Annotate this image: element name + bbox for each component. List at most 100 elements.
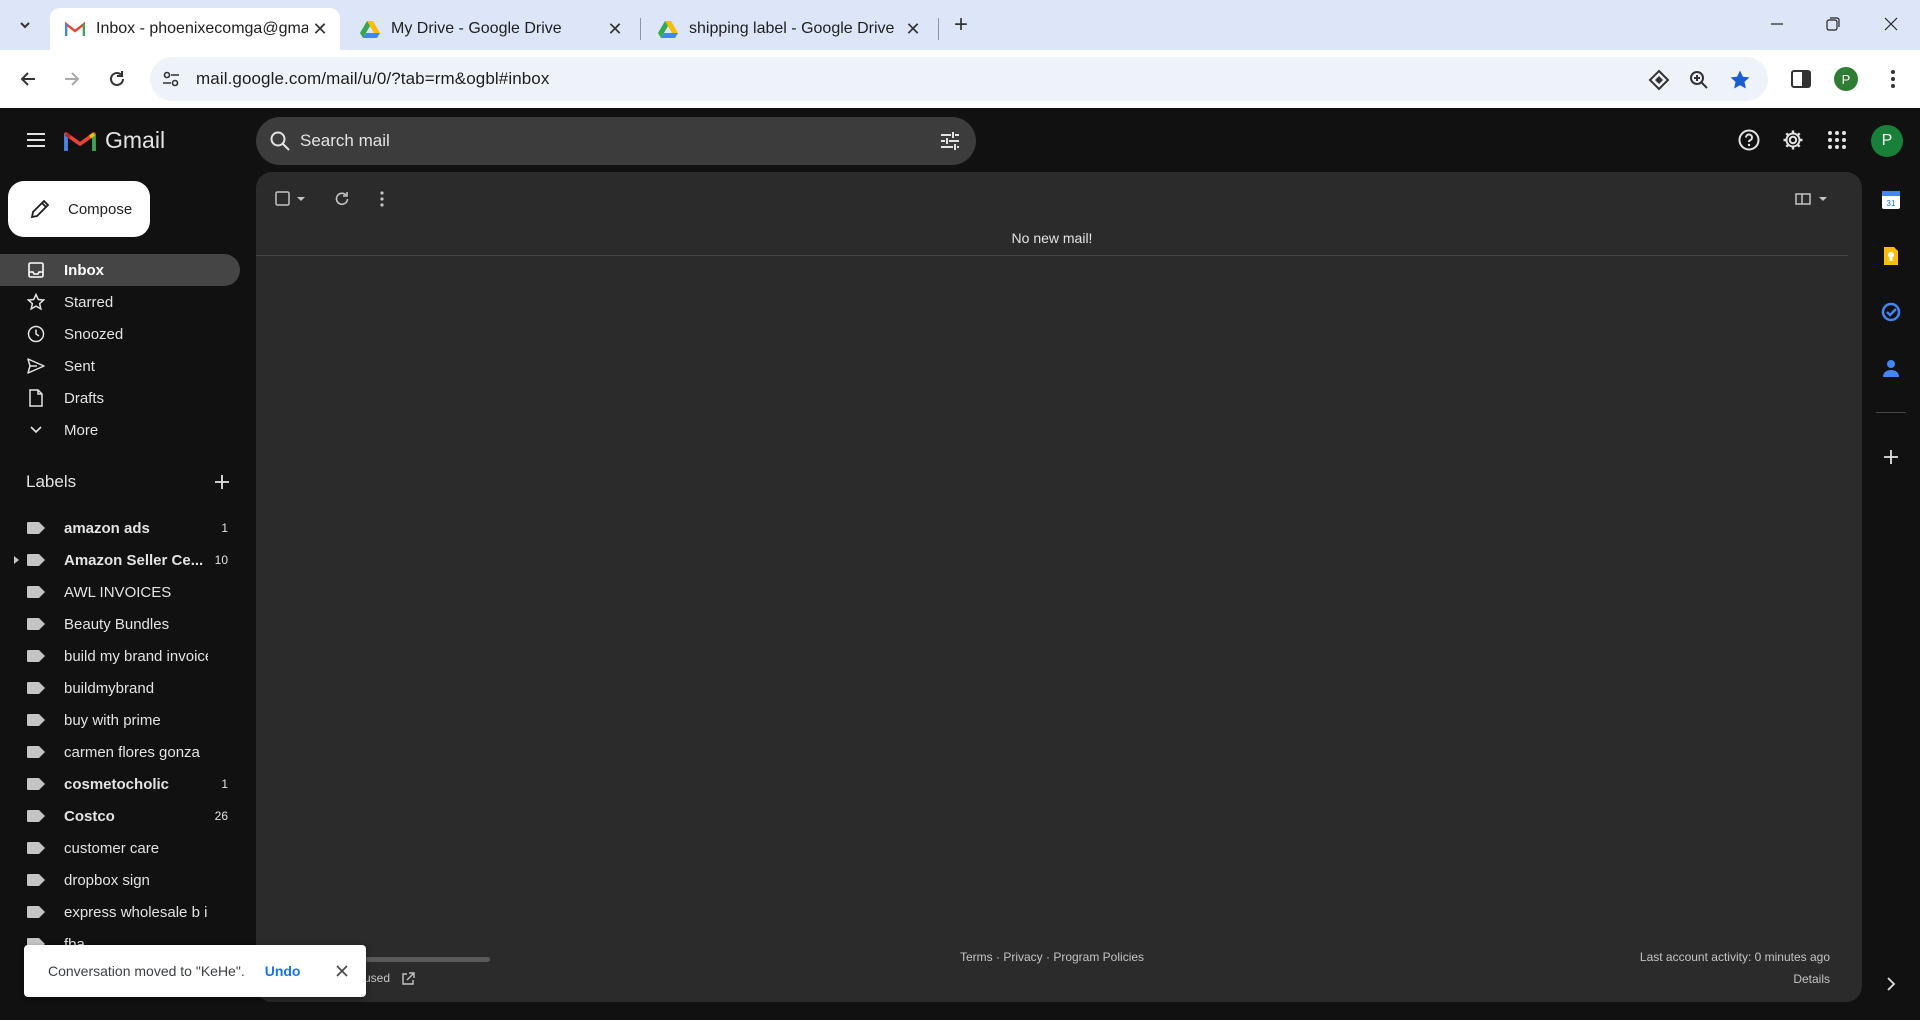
tasks-icon[interactable] bbox=[1879, 300, 1903, 324]
side-panel-icon[interactable] bbox=[1785, 63, 1817, 95]
select-all-checkbox[interactable] bbox=[274, 187, 310, 211]
sidebar-item-sent[interactable]: Sent bbox=[0, 350, 240, 382]
sidebar-item-label: Sent bbox=[64, 357, 95, 375]
open-external-icon[interactable] bbox=[401, 972, 416, 986]
sidebar-item-more[interactable]: More bbox=[0, 414, 240, 446]
label-tag-icon bbox=[27, 618, 45, 630]
settings-gear-icon[interactable] bbox=[1777, 124, 1809, 156]
labels-heading: Labels bbox=[26, 472, 77, 491]
back-button[interactable] bbox=[11, 62, 45, 96]
main-menu-icon[interactable] bbox=[20, 124, 52, 156]
tab-search-button[interactable] bbox=[11, 11, 39, 39]
label-item[interactable]: customer care bbox=[0, 832, 240, 864]
add-label-icon[interactable] bbox=[210, 470, 234, 494]
help-icon[interactable] bbox=[1733, 124, 1765, 156]
label-name: buy with prime bbox=[64, 711, 161, 729]
label-item[interactable]: AWL INVOICES bbox=[0, 576, 240, 608]
sidebar-item-inbox[interactable]: Inbox bbox=[0, 254, 240, 286]
checkbox-icon bbox=[275, 191, 305, 206]
sidebar-item-starred[interactable]: Starred bbox=[0, 286, 240, 318]
browser-menu-icon[interactable] bbox=[1877, 63, 1909, 95]
tab-my-drive[interactable]: My Drive - Google Drive ✕ bbox=[345, 8, 635, 50]
contacts-icon[interactable] bbox=[1879, 356, 1903, 380]
compose-label: Compose bbox=[68, 200, 133, 218]
close-tab-icon[interactable]: ✕ bbox=[308, 17, 332, 41]
close-icon bbox=[1884, 17, 1898, 31]
label-item[interactable]: cosmetocholic 1 bbox=[0, 768, 240, 800]
label-item[interactable]: Amazon Seller Ce... 10 bbox=[0, 544, 240, 576]
split-pane-toggle-icon[interactable] bbox=[1792, 187, 1832, 211]
undo-button[interactable]: Undo bbox=[265, 963, 301, 979]
search-options-icon[interactable] bbox=[938, 129, 962, 153]
empty-inbox-message: No new mail! bbox=[256, 220, 1848, 256]
zoom-icon[interactable] bbox=[1686, 67, 1712, 93]
site-info-icon[interactable] bbox=[160, 68, 182, 90]
label-tag-icon bbox=[27, 522, 45, 534]
minimize-button[interactable] bbox=[1752, 6, 1802, 42]
search-icon[interactable] bbox=[268, 129, 292, 153]
bookmark-star-icon[interactable] bbox=[1727, 67, 1753, 93]
label-item[interactable]: amazon ads 1 bbox=[0, 512, 240, 544]
close-icon[interactable] bbox=[332, 961, 352, 981]
drive-favicon-icon bbox=[359, 18, 381, 40]
close-tab-icon[interactable]: ✕ bbox=[603, 17, 627, 41]
show-side-panel-icon[interactable] bbox=[1879, 972, 1903, 996]
label-unread-count: 10 bbox=[214, 553, 228, 567]
close-tab-icon[interactable]: ✕ bbox=[901, 17, 925, 41]
restore-icon bbox=[1826, 17, 1840, 31]
minimize-icon bbox=[1771, 23, 1783, 25]
restore-button[interactable] bbox=[1808, 6, 1858, 42]
account-avatar[interactable]: P bbox=[1871, 125, 1903, 157]
last-activity-text: Last account activity: 0 minutes ago bbox=[1639, 950, 1830, 964]
chevron-down-icon bbox=[20, 22, 30, 29]
expand-arrow-icon[interactable] bbox=[14, 556, 19, 564]
sidebar-item-label: Starred bbox=[64, 293, 114, 311]
compose-button[interactable]: Compose bbox=[8, 181, 150, 237]
label-name: customer care bbox=[64, 839, 160, 857]
label-name: amazon ads bbox=[64, 519, 150, 537]
sidebar-item-label: More bbox=[64, 421, 99, 439]
extension-diamond-icon[interactable] bbox=[1646, 67, 1672, 93]
gmail-logo[interactable]: Gmail bbox=[64, 127, 165, 154]
label-tag-icon bbox=[27, 746, 45, 758]
label-item[interactable]: express wholesale b inv... bbox=[0, 896, 240, 928]
refresh-icon[interactable] bbox=[330, 187, 354, 211]
label-item[interactable]: build my brand invoice bbox=[0, 640, 240, 672]
draft-icon bbox=[26, 388, 46, 408]
keep-icon[interactable] bbox=[1879, 244, 1903, 268]
tab-shipping-label[interactable]: shipping label - Google Drive ✕ bbox=[643, 8, 933, 50]
tab-inbox[interactable]: Inbox - phoenixecomga@gmail.com ✕ bbox=[50, 8, 340, 50]
get-addons-icon[interactable] bbox=[1879, 445, 1903, 469]
details-link[interactable]: Details bbox=[1640, 972, 1830, 986]
label-item[interactable]: carmen flores gonza bbox=[0, 736, 240, 768]
label-unread-count: 1 bbox=[221, 777, 228, 791]
label-item[interactable]: buy with prime bbox=[0, 704, 240, 736]
calendar-icon[interactable]: 31 bbox=[1879, 188, 1903, 212]
sidebar-item-drafts[interactable]: Drafts bbox=[0, 382, 240, 414]
footer-links[interactable]: Terms · Privacy · Program Policies bbox=[960, 950, 1144, 964]
label-item[interactable]: Costco 26 bbox=[0, 800, 240, 832]
label-item[interactable]: Beauty Bundles bbox=[0, 608, 240, 640]
label-item[interactable]: dropbox sign bbox=[0, 864, 240, 896]
label-name: dropbox sign bbox=[64, 871, 150, 889]
reload-button[interactable] bbox=[100, 62, 134, 96]
google-apps-icon[interactable] bbox=[1821, 124, 1853, 156]
new-tab-button[interactable]: + bbox=[947, 11, 975, 39]
gmail-header: Gmail Search mail P bbox=[0, 108, 1920, 172]
address-bar[interactable]: mail.google.com/mail/u/0/?tab=rm&ogbl#in… bbox=[150, 57, 1768, 101]
forward-button[interactable] bbox=[55, 62, 89, 96]
arrow-right-icon bbox=[65, 72, 80, 86]
label-item[interactable]: buildmybrand bbox=[0, 672, 240, 704]
label-name: carmen flores gonza bbox=[64, 743, 200, 761]
label-name: express wholesale b inv... bbox=[64, 903, 208, 921]
arrow-left-icon bbox=[20, 72, 35, 86]
label-unread-count: 1 bbox=[221, 521, 228, 535]
sidebar-item-snoozed[interactable]: Snoozed bbox=[0, 318, 240, 350]
close-window-button[interactable] bbox=[1866, 6, 1916, 42]
profile-avatar[interactable]: P bbox=[1830, 63, 1862, 95]
search-input[interactable]: Search mail bbox=[256, 117, 976, 165]
svg-text:31: 31 bbox=[1887, 199, 1896, 208]
inbox-icon bbox=[26, 260, 46, 280]
more-options-icon[interactable] bbox=[370, 187, 394, 211]
snackbar-message: Conversation moved to "KeHe". bbox=[48, 963, 245, 979]
